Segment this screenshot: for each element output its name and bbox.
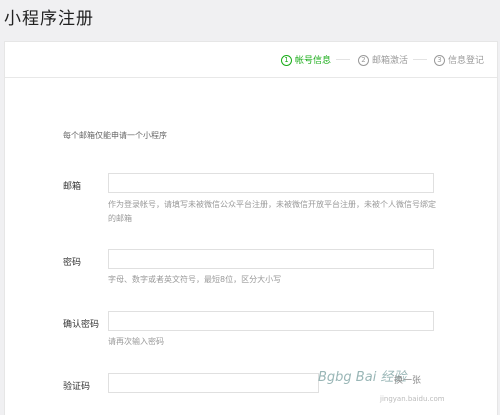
step-number-icon: 1 bbox=[281, 55, 292, 66]
step-info-registration: 3 信息登记 bbox=[434, 53, 484, 66]
confirm-password-label: 确认密码 bbox=[63, 320, 100, 330]
captcha-label: 验证码 bbox=[63, 382, 91, 392]
email-label: 邮箱 bbox=[63, 182, 82, 192]
step-label: 帐号信息 bbox=[295, 56, 332, 66]
page-title: 小程序注册 bbox=[4, 9, 94, 29]
step-number-icon: 2 bbox=[358, 55, 369, 66]
step-label: 信息登记 bbox=[448, 56, 485, 66]
step-indicator: 1 帐号信息 2 邮箱激活 3 信息登记 bbox=[5, 42, 497, 78]
password-input[interactable] bbox=[108, 249, 434, 269]
step-email-activation: 2 邮箱激活 bbox=[358, 53, 408, 66]
step-account-info: 1 帐号信息 bbox=[281, 53, 331, 66]
confirm-password-input[interactable] bbox=[108, 311, 434, 331]
captcha-input[interactable] bbox=[108, 373, 319, 393]
step-connector bbox=[336, 59, 350, 60]
form-hint: 每个邮箱仅能申请一个小程序 bbox=[63, 131, 167, 140]
change-captcha-link[interactable]: 换一张 bbox=[394, 373, 421, 386]
step-connector bbox=[413, 59, 427, 60]
confirm-password-help: 请再次输入密码 bbox=[108, 337, 164, 346]
watermark-url: jingyan.baidu.com bbox=[380, 395, 445, 403]
registration-card: 1 帐号信息 2 邮箱激活 3 信息登记 每个邮箱仅能申请一个小程序 邮箱 作为登录帐… bbox=[4, 41, 498, 415]
email-help: 作为登录帐号，请填写未被微信公众平台注册，未被微信开放平台注册，未被个人微信号绑… bbox=[108, 200, 436, 223]
email-input[interactable] bbox=[108, 173, 434, 193]
password-label: 密码 bbox=[63, 258, 82, 268]
step-number-icon: 3 bbox=[434, 55, 445, 66]
step-label: 邮箱激活 bbox=[372, 56, 409, 66]
password-help: 字母、数字或者英文符号，最短8位，区分大小写 bbox=[108, 275, 282, 284]
